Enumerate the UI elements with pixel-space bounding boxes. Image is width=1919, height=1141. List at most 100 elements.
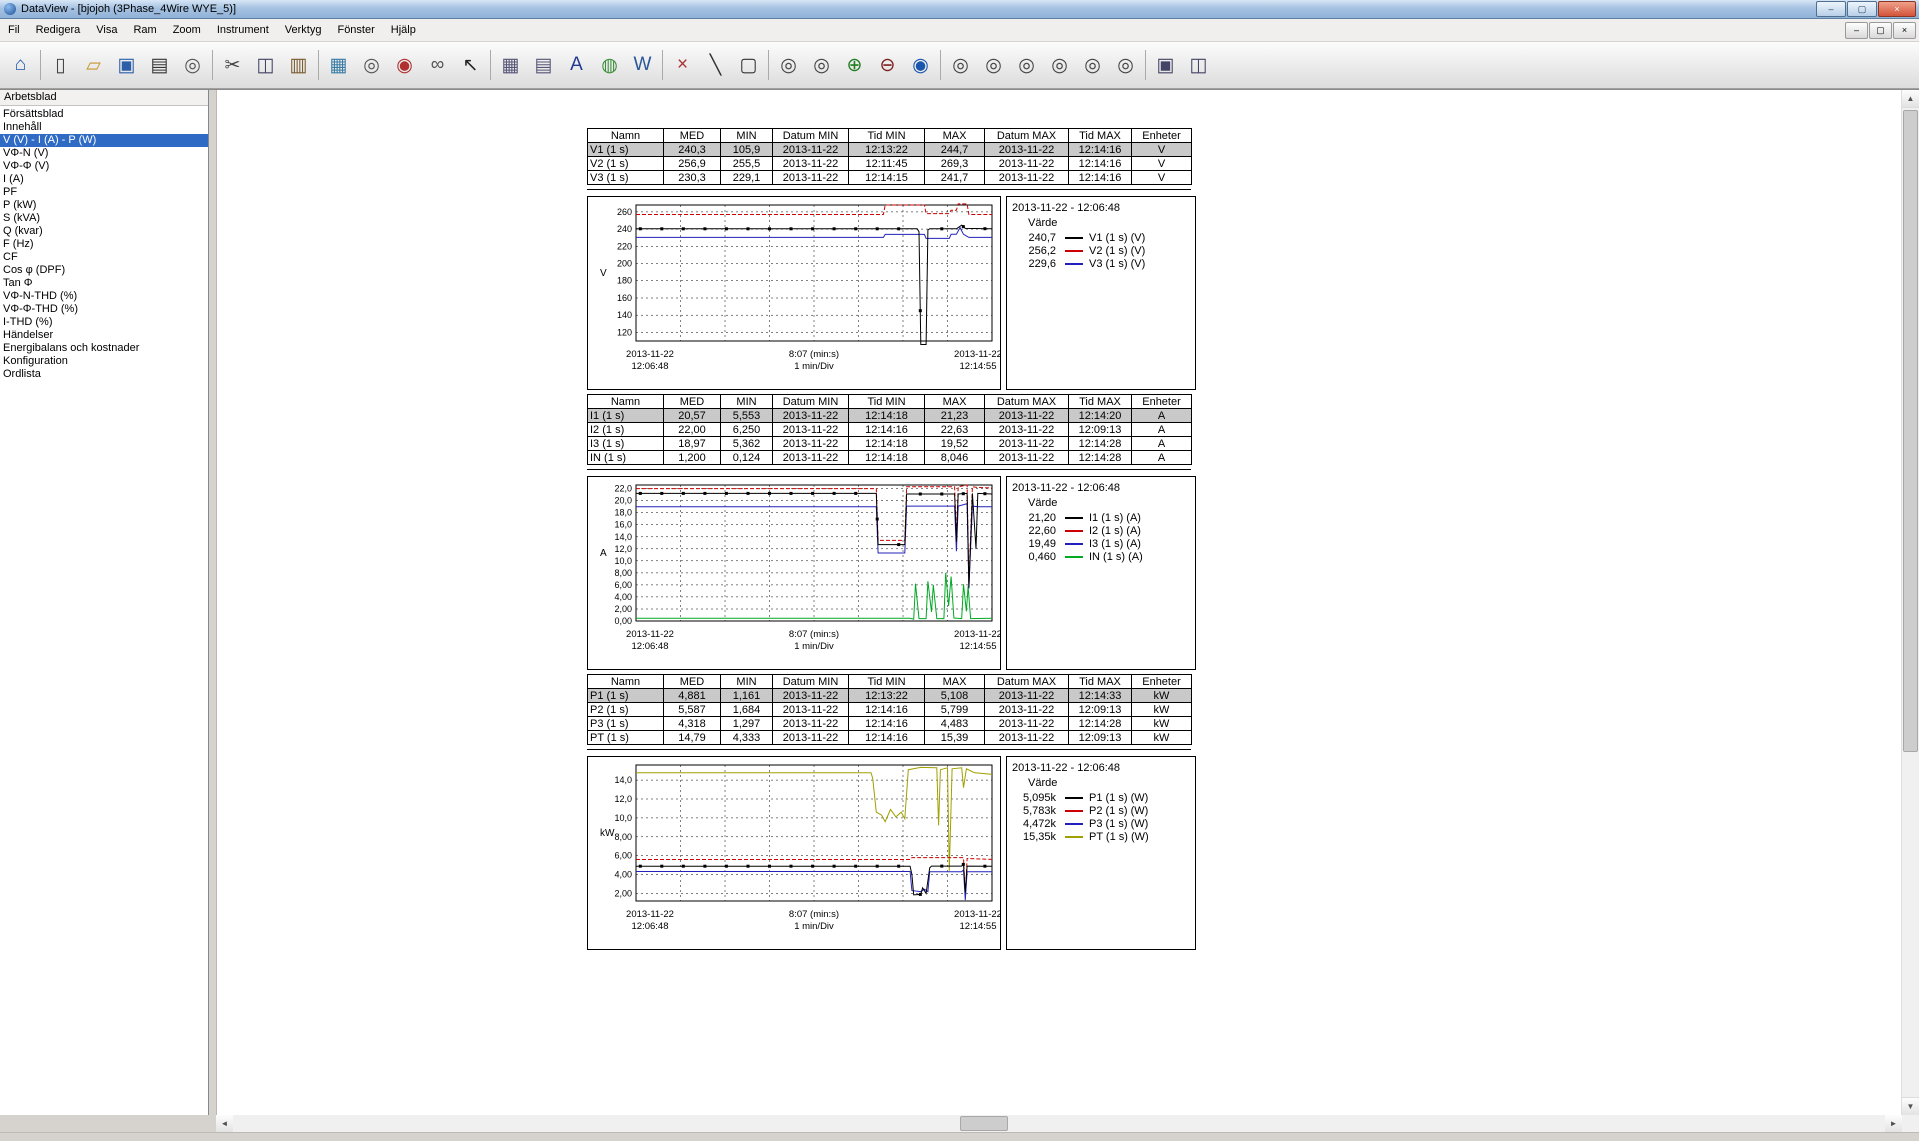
scroll-right-arrow[interactable]: ► (1885, 1115, 1902, 1132)
frame-preview-button[interactable]: ◎ (355, 46, 388, 84)
insert-image-button[interactable]: ◍ (593, 46, 626, 84)
worksheet-item-19[interactable]: Energibalans och kostnader (0, 342, 208, 355)
minimize-button[interactable]: – (1816, 1, 1846, 17)
worksheet-item-7[interactable]: PF (0, 186, 208, 199)
menu-item-7[interactable]: Verktyg (277, 21, 330, 39)
zoom-next-button[interactable]: ◎ (977, 46, 1010, 84)
close-button[interactable]: × (1878, 1, 1916, 17)
column-header: MAX (925, 675, 985, 689)
menu-item-2[interactable]: Redigera (28, 21, 89, 39)
worksheet-item-20[interactable]: Konfiguration (0, 355, 208, 368)
table-row[interactable]: V1 (1 s)240,3105,92013-11-2212:13:22244,… (588, 143, 1192, 157)
worksheet-item-12[interactable]: CF (0, 251, 208, 264)
worksheet-item-17[interactable]: I-THD (%) (0, 316, 208, 329)
zoom-previous-button[interactable]: ◎ (944, 46, 977, 84)
zoom-all-button[interactable]: ◎ (1109, 46, 1142, 84)
worksheet-item-18[interactable]: Händelser (0, 329, 208, 342)
zoom-page-button[interactable]: ◎ (1076, 46, 1109, 84)
worksheet-item-8[interactable]: P (kW) (0, 199, 208, 212)
worksheet-item-4[interactable]: VΦ-N (V) (0, 147, 208, 160)
crop-tool-button[interactable]: ▢ (732, 46, 765, 84)
insert-text-button[interactable]: A (560, 46, 593, 84)
horizontal-scrollbar[interactable] (233, 1115, 1885, 1132)
zoom-1-to-1-button[interactable]: ◎ (1010, 46, 1043, 84)
zoom-target-button[interactable]: ◉ (904, 46, 937, 84)
table-cell: 2013-11-22 (985, 171, 1069, 185)
table-row[interactable]: P1 (1 s)4,8811,1612013-11-2212:13:225,10… (588, 689, 1192, 703)
worksheet-item-14[interactable]: Tan Φ (0, 277, 208, 290)
insert-grid-button[interactable]: ▦ (494, 46, 527, 84)
column-header: Namn (588, 395, 664, 409)
insert-report-button[interactable]: ▤ (527, 46, 560, 84)
table-row[interactable]: P2 (1 s)5,5871,6842013-11-2212:14:165,79… (588, 703, 1192, 717)
insert-link-button[interactable]: ∞ (421, 46, 454, 84)
worksheet-item-11[interactable]: F (Hz) (0, 238, 208, 251)
vertical-scroll-thumb[interactable] (1903, 110, 1918, 752)
delete-frame-button[interactable]: × (666, 46, 699, 84)
scroll-down-arrow[interactable]: ▼ (1902, 1097, 1919, 1115)
worksheet-item-2[interactable]: Innehåll (0, 121, 208, 134)
menu-item-8[interactable]: Fönster (329, 21, 382, 39)
column-header: MAX (925, 129, 985, 143)
worksheet-item-21[interactable]: Ordlista (0, 368, 208, 381)
worksheet-item-13[interactable]: Cos φ (DPF) (0, 264, 208, 277)
insert-frame-button[interactable]: ▦ (322, 46, 355, 84)
menu-item-9[interactable]: Hjälp (383, 21, 424, 39)
worksheet-list: FörsättsbladInnehållV (V) - I (A) - P (W… (0, 106, 208, 1115)
worksheet-item-1[interactable]: Försättsblad (0, 108, 208, 121)
worksheet-item-6[interactable]: I (A) (0, 173, 208, 186)
cut-button[interactable]: ✂ (216, 46, 249, 84)
scroll-up-arrow[interactable]: ▲ (1902, 90, 1919, 108)
zoom-in-button[interactable]: ⊕ (838, 46, 871, 84)
table-cell: 2013-11-22 (985, 731, 1069, 745)
worksheet-item-15[interactable]: VΦ-N-THD (%) (0, 290, 208, 303)
mdi-close-button[interactable]: × (1893, 22, 1916, 39)
table-row[interactable]: V2 (1 s)256,9255,52013-11-2212:11:45269,… (588, 157, 1192, 171)
new-document-button[interactable]: ▯ (44, 46, 77, 84)
worksheet-item-16[interactable]: VΦ-Φ-THD (%) (0, 303, 208, 316)
print-preview-button[interactable]: ◎ (176, 46, 209, 84)
menu-item-4[interactable]: Ram (125, 21, 164, 39)
worksheet-item-3[interactable]: V (V) - I (A) - P (W) (0, 134, 208, 147)
copy-button[interactable]: ◫ (249, 46, 282, 84)
vertical-scrollbar[interactable]: ▲ ▼ (1901, 90, 1919, 1115)
select-arrow-button[interactable]: ↖ (454, 46, 487, 84)
zoom-dynamic-button[interactable]: ◎ (805, 46, 838, 84)
legend-entry: 0,460IN (1 s) (A) (1014, 550, 1190, 563)
worksheet-item-5[interactable]: VΦ-Φ (V) (0, 160, 208, 173)
save-button[interactable]: ▣ (110, 46, 143, 84)
table-cell: 244,7 (925, 143, 985, 157)
horizontal-scroll-thumb[interactable] (960, 1116, 1008, 1131)
word-export-button[interactable]: W (626, 46, 659, 84)
toolbar: ⌂▯▱▣▤◎✂◫▥▦◎◉∞↖▦▤A◍W×╲▢◎◎⊕⊖◉◎◎◎◎◎◎▣◫ (0, 42, 1919, 89)
open-folder-button[interactable]: ▱ (77, 46, 110, 84)
scroll-left-arrow[interactable]: ◄ (216, 1115, 233, 1132)
menu-item-6[interactable]: Instrument (209, 21, 277, 39)
table-row[interactable]: IN (1 s)1,2000,1242013-11-2212:14:188,04… (588, 451, 1192, 465)
menu-item-5[interactable]: Zoom (165, 21, 209, 39)
zoom-fit-button[interactable]: ◎ (1043, 46, 1076, 84)
table-row[interactable]: PT (1 s)14,794,3332013-11-2212:14:1615,3… (588, 731, 1192, 745)
zoom-out-button[interactable]: ⊖ (871, 46, 904, 84)
cascade-windows-button[interactable]: ▣ (1149, 46, 1182, 84)
mdi-minimize-button[interactable]: – (1845, 22, 1868, 39)
line-tool-button[interactable]: ╲ (699, 46, 732, 84)
table-row[interactable]: I2 (1 s)22,006,2502013-11-2212:14:1622,6… (588, 423, 1192, 437)
home-button[interactable]: ⌂ (4, 46, 37, 84)
tile-windows-button[interactable]: ◫ (1182, 46, 1215, 84)
print-button[interactable]: ▤ (143, 46, 176, 84)
mdi-restore-button[interactable]: ▢ (1869, 22, 1892, 39)
table-row[interactable]: V3 (1 s)230,3229,12013-11-2212:14:15241,… (588, 171, 1192, 185)
worksheet-item-9[interactable]: S (kVA) (0, 212, 208, 225)
maximize-button[interactable]: ▢ (1847, 1, 1877, 17)
table-row[interactable]: I3 (1 s)18,975,3622013-11-2212:14:1819,5… (588, 437, 1192, 451)
worksheet-item-10[interactable]: Q (kvar) (0, 225, 208, 238)
table-row[interactable]: I1 (1 s)20,575,5532013-11-2212:14:1821,2… (588, 409, 1192, 423)
zoom-box-button[interactable]: ◎ (772, 46, 805, 84)
panel-splitter[interactable] (209, 90, 217, 1115)
table-row[interactable]: P3 (1 s)4,3181,2972013-11-2212:14:164,48… (588, 717, 1192, 731)
menu-item-1[interactable]: Fil (0, 21, 28, 39)
insert-object-button[interactable]: ◉ (388, 46, 421, 84)
menu-item-3[interactable]: Visa (88, 21, 125, 39)
paste-button[interactable]: ▥ (282, 46, 315, 84)
